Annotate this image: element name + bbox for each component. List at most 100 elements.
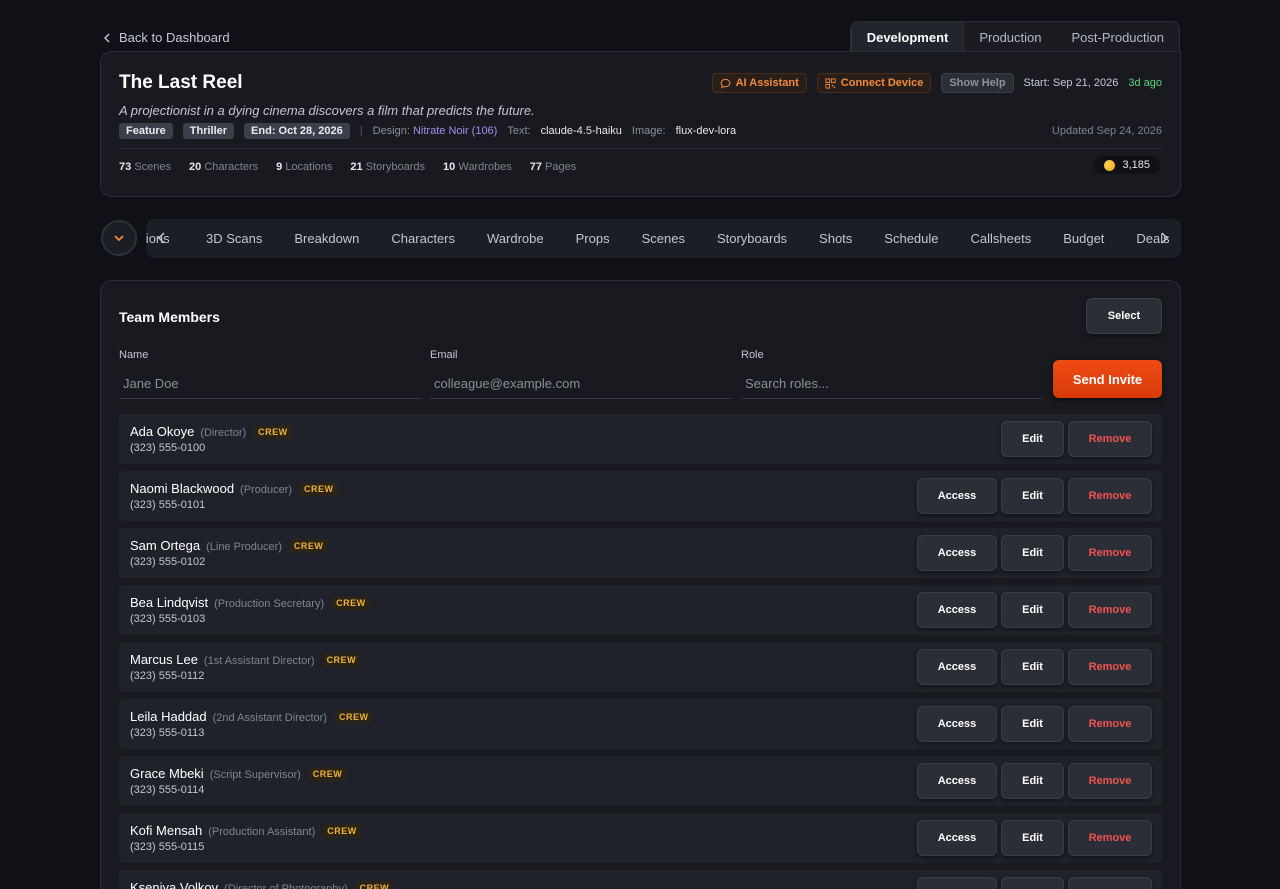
member-phone: (323) 555-0103 (130, 613, 206, 625)
member-role: (Producer) (240, 484, 293, 496)
member-name-line: Kseniya Volkov (Director of Photography) C… (130, 880, 394, 889)
remove-button[interactable]: Remove (1068, 478, 1152, 514)
send-invite-button[interactable]: Send Invite (1053, 360, 1162, 398)
tab-budget[interactable]: Budget (1047, 219, 1120, 258)
team-title: Team Members (119, 309, 220, 325)
chevron-left-icon (104, 33, 110, 42)
project-header-card: The Last Reel AI Assistant Connect Devic… (100, 51, 1181, 197)
member-list: Ada Okoye (Director) CREW (323) 555-0100 Edi… (119, 414, 1162, 889)
member-name: Naomi Blackwood (130, 481, 235, 496)
connect-device-label: Connect Device (840, 77, 924, 89)
tab-schedule[interactable]: Schedule (868, 219, 954, 258)
team-members-card: Team Members Select Name Email Role Send… (100, 280, 1181, 889)
role-label: Role (741, 349, 764, 361)
member-actions: AccessEditRemove (917, 535, 1152, 571)
edit-button[interactable]: Edit (1001, 820, 1064, 856)
crew-badge: CREW (254, 425, 292, 439)
access-button[interactable]: Access (917, 877, 997, 889)
member-name: Marcus Lee (130, 652, 198, 667)
access-button[interactable]: Access (917, 592, 997, 628)
connect-device-button[interactable]: Connect Device (816, 73, 932, 93)
tab-deals[interactable]: Deals (1120, 219, 1181, 258)
remove-button[interactable]: Remove (1068, 706, 1152, 742)
member-phone: (323) 555-0100 (130, 442, 206, 454)
member-phone: (323) 555-0112 (130, 670, 205, 682)
member-phone: (323) 555-0114 (130, 784, 205, 796)
member-row: Kofi Mensah (Production Assistant) CREW (32… (119, 813, 1162, 863)
name-input[interactable] (119, 369, 421, 399)
tab-wardrobe[interactable]: Wardrobe (471, 219, 560, 258)
access-button[interactable]: Access (917, 706, 997, 742)
section-nav: Locations 3D Scans Breakdown Characters … (146, 219, 1181, 258)
edit-button[interactable]: Edit (1001, 763, 1064, 799)
start-date: Start: Sep 21, 2026 (1023, 77, 1119, 89)
edit-button[interactable]: Edit (1001, 649, 1064, 685)
tab-breakdown[interactable]: Breakdown (278, 219, 375, 258)
edit-button[interactable]: Edit (1001, 877, 1064, 889)
access-button[interactable]: Access (917, 535, 997, 571)
crew-badge: CREW (322, 653, 361, 667)
member-actions: Access Edit Remove (917, 877, 1152, 889)
edit-button[interactable]: Edit (1001, 592, 1064, 628)
remove-button[interactable]: Remove (1068, 649, 1152, 685)
scroll-left-arrow[interactable] (154, 229, 168, 247)
ai-assistant-button[interactable]: AI Assistant (711, 73, 807, 93)
edit-button[interactable]: Edit (1001, 421, 1064, 457)
show-help-button[interactable]: Show Help (941, 73, 1014, 93)
tab-3d-scans[interactable]: 3D Scans (190, 219, 278, 258)
stats-divider (119, 148, 1162, 149)
stat-storyboards: 21 Storyboards (350, 161, 426, 173)
scroll-right-arrow[interactable] (1157, 229, 1171, 247)
member-actions: AccessEditRemove (917, 649, 1152, 685)
tab-locations[interactable]: Locations (146, 219, 190, 258)
member-actions: AccessEditRemove (917, 820, 1152, 856)
text-model-value: claude-4.5-haiku (540, 125, 622, 137)
tab-development[interactable]: Development (850, 22, 965, 52)
access-button[interactable]: Access (917, 763, 997, 799)
member-actions: AccessEditRemove (917, 706, 1152, 742)
select-button[interactable]: Select (1086, 298, 1162, 334)
access-button[interactable]: Access (917, 478, 997, 514)
edit-button[interactable]: Edit (1001, 535, 1064, 571)
member-name-line: Kofi Mensah (Production Assistant) CREW (130, 823, 361, 838)
member-name: Bea Lindqvist (130, 595, 209, 610)
member-row: Leila Haddad (2nd Assistant Director) CREW… (119, 699, 1162, 749)
tab-props[interactable]: Props (560, 219, 626, 258)
crew-badge: CREW (355, 881, 394, 889)
email-input[interactable] (430, 369, 732, 399)
remove-button[interactable]: Remove (1068, 535, 1152, 571)
remove-button[interactable]: Remove (1068, 592, 1152, 628)
remove-button[interactable]: Remove (1068, 421, 1152, 457)
member-actions: Edit Remove (1001, 421, 1152, 457)
name-label: Name (119, 349, 149, 361)
tab-production[interactable]: Production (964, 22, 1056, 52)
tab-scenes[interactable]: Scenes (626, 219, 701, 258)
access-button[interactable]: Access (917, 820, 997, 856)
tab-post-production[interactable]: Post-Production (1057, 22, 1179, 52)
access-button[interactable]: Access (917, 649, 997, 685)
design-link[interactable]: Nitrate Noir (106) (413, 125, 497, 137)
member-role: (1st Assistant Director) (203, 655, 315, 667)
edit-button[interactable]: Edit (1001, 478, 1064, 514)
crew-badge: CREW (334, 710, 373, 724)
member-role: (Script Supervisor) (209, 769, 301, 781)
remove-button[interactable]: Remove (1068, 877, 1152, 889)
remove-button[interactable]: Remove (1068, 763, 1152, 799)
credits-badge: 3,185 (1094, 156, 1160, 174)
section-nav-toggle[interactable] (101, 220, 137, 256)
end-date-tag: End: Oct 28, 2026 (244, 123, 350, 139)
member-name-line: Leila Haddad (2nd Assistant Director) CREW (130, 709, 373, 724)
tab-callsheets[interactable]: Callsheets (955, 219, 1048, 258)
tab-characters[interactable]: Characters (375, 219, 471, 258)
crew-badge: CREW (289, 539, 328, 553)
project-title: The Last Reel (119, 72, 243, 93)
member-row: Marcus Lee (1st Assistant Director) CREW (3… (119, 642, 1162, 692)
edit-button[interactable]: Edit (1001, 706, 1064, 742)
tab-storyboards[interactable]: Storyboards (701, 219, 803, 258)
tab-shots[interactable]: Shots (803, 219, 868, 258)
member-phone: (323) 555-0101 (130, 499, 206, 511)
project-stats: 73 Scenes 20 Characters 9 Locations 21 S… (119, 161, 576, 173)
role-search-input[interactable] (741, 369, 1043, 399)
back-to-dashboard-link[interactable]: Back to Dashboard (102, 30, 230, 45)
remove-button[interactable]: Remove (1068, 820, 1152, 856)
